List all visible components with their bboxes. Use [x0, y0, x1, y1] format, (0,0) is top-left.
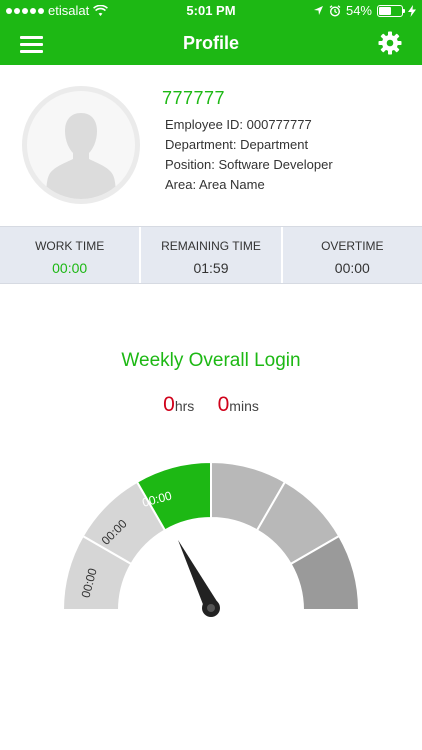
nav-bar: Profile [0, 22, 422, 65]
stat-value: 00:00 [334, 260, 370, 276]
profile-section: 777777 Employee ID: 000777777 Department… [0, 65, 422, 225]
location-arrow-icon [313, 6, 323, 15]
employee-id: Employee ID: 000777777 [165, 117, 312, 132]
weekly-title: Weekly Overall Login [121, 350, 301, 371]
charging-bolt-icon [408, 4, 416, 17]
stat-value: 01:59 [193, 260, 229, 276]
hours-value: 0 [163, 393, 175, 416]
avatar[interactable] [22, 86, 140, 204]
battery-fill [379, 6, 391, 15]
person-silhouette-icon [46, 113, 116, 199]
top-bar: etisalat 5:01 PM 54% Profile [0, 0, 422, 65]
stat-label: WORK TIME [35, 239, 105, 253]
stat-label: REMAINING TIME [161, 239, 261, 253]
mins-value: 0 [217, 393, 230, 416]
settings-button[interactable] [378, 31, 402, 55]
status-right: 54% [313, 3, 416, 18]
employee-name: 777777 [162, 88, 226, 108]
gauge-needle [178, 540, 220, 617]
stat-remaining-time: REMAINING TIME 01:59 [139, 227, 280, 283]
status-bar: etisalat 5:01 PM 54% [0, 0, 422, 22]
employee-department: Department: Department [165, 137, 309, 152]
battery-percent: 54% [345, 3, 372, 18]
battery-icon [377, 4, 405, 17]
stat-work-time: WORK TIME 00:00 [0, 227, 139, 283]
mins-unit: mins [229, 398, 259, 414]
employee-area: Area: Area Name [165, 177, 265, 192]
employee-position: Position: Software Developer [165, 157, 333, 172]
stat-label: OVERTIME [321, 239, 384, 253]
alarm-clock-icon [329, 4, 341, 17]
time-stats: WORK TIME 00:00 REMAINING TIME 01:59 OVE… [0, 226, 422, 284]
gear-icon [378, 31, 402, 55]
page-title: Profile [182, 33, 239, 53]
stat-value: 00:00 [52, 260, 88, 276]
stat-overtime: OVERTIME 00:00 [280, 227, 422, 283]
weekly-total: 0hrs 0mins [0, 393, 422, 417]
hours-unit: hrs [174, 398, 195, 414]
weekly-gauge: 00:00 00:00 00:00 [61, 460, 361, 617]
